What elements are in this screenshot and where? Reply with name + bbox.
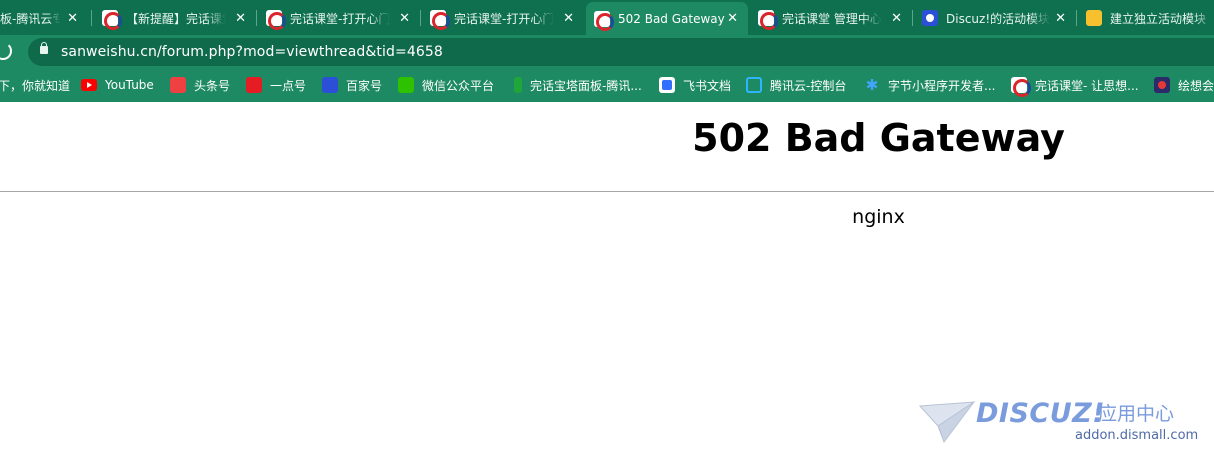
feishu-icon xyxy=(659,77,675,93)
bookmark-yidian[interactable]: 一点号 xyxy=(246,76,306,94)
tab-separator xyxy=(91,10,92,26)
watermark-subtitle: 应用中心 xyxy=(1098,403,1175,425)
bookmark-baijiahao[interactable]: 百家号 xyxy=(322,76,382,94)
note-icon xyxy=(1086,10,1102,26)
watermark-brand: DISCUZ! xyxy=(976,398,1106,429)
bookmark-wanhua[interactable]: 完话课堂- 让思想... xyxy=(1011,76,1139,97)
tab-4-active[interactable]: 502 Bad Gateway ✕ xyxy=(586,2,748,35)
bookmark-label: 字节小程序开发者... xyxy=(888,78,996,93)
bookmark-feishu[interactable]: 飞书文档 xyxy=(659,76,731,94)
close-icon[interactable]: ✕ xyxy=(67,11,78,26)
toutiao-icon xyxy=(170,77,186,93)
tab-title: 完话课堂-打开心门 xyxy=(454,11,554,26)
tab-title: 完话课堂-打开心门 xyxy=(290,11,390,26)
bytedance-icon: ✱ xyxy=(865,76,879,94)
close-icon[interactable]: ✕ xyxy=(235,11,246,26)
close-icon[interactable]: ✕ xyxy=(399,11,410,26)
bookmark-bt-panel[interactable]: 完话宝塔面板-腾讯... xyxy=(514,76,642,94)
wanhua-logo-icon xyxy=(266,10,286,30)
tab-3[interactable]: 完话课堂-打开心门 ✕ xyxy=(422,3,584,33)
reload-icon[interactable] xyxy=(0,42,12,60)
tab-separator xyxy=(420,10,421,26)
tab-7[interactable]: 建立独立活动模块 xyxy=(1078,3,1214,33)
server-name: nginx xyxy=(852,206,905,228)
baidu-paw-icon xyxy=(922,10,938,26)
wechat-icon xyxy=(398,77,414,93)
lock-icon[interactable] xyxy=(40,42,48,54)
tab-6[interactable]: Discuz!的活动模块 ✕ xyxy=(914,3,1076,33)
wanhua-logo-icon xyxy=(1011,77,1031,97)
bookmark-wechat[interactable]: 微信公众平台 xyxy=(398,76,494,94)
tab-separator xyxy=(256,10,257,26)
discuz-watermark: DISCUZ! 应用中心 addon.dismall.com xyxy=(918,398,1208,448)
url-text[interactable]: sanweishu.cn/forum.php?mod=viewthread&ti… xyxy=(61,44,443,60)
bookmark-toutiao[interactable]: 头条号 xyxy=(170,76,230,94)
baidu-paw-icon xyxy=(322,77,338,93)
bookmark-item[interactable]: 下，你就知道 xyxy=(0,76,70,94)
tab-title: 建立独立活动模块 xyxy=(1110,11,1207,26)
wanhua-logo-icon xyxy=(594,10,614,31)
close-icon[interactable]: ✕ xyxy=(1055,11,1066,26)
yidian-icon xyxy=(246,77,262,93)
bookmark-label: 飞书文档 xyxy=(683,78,732,93)
bookmark-label: 一点号 xyxy=(270,78,307,93)
bt-panel-icon xyxy=(514,77,522,93)
bookmark-label: 完话宝塔面板-腾讯... xyxy=(530,78,642,93)
horizontal-rule xyxy=(0,191,1214,192)
tab-strip: 板-腾讯云专 ✕ 【新提醒】完话课堂 ✕ 完话课堂-打开心门 ✕ 完话课堂-打开… xyxy=(0,0,1214,35)
tab-title: 板-腾讯云专 xyxy=(0,11,60,26)
address-bar[interactable]: sanweishu.cn/forum.php?mod=viewthread&ti… xyxy=(28,38,1214,66)
tencent-cloud-icon xyxy=(746,77,762,93)
bookmarks-bar: 下，你就知道 YouTube 头条号 一点号 百家号 微信公众平台 完话宝塔面板… xyxy=(0,68,1214,102)
paper-plane-icon xyxy=(918,401,976,444)
youtube-icon xyxy=(81,79,97,91)
huixiang-icon xyxy=(1154,77,1170,93)
tab-1[interactable]: 【新提醒】完话课堂 ✕ xyxy=(94,3,256,33)
bookmark-label: 下，你就知道 xyxy=(0,78,71,93)
bookmark-label: 腾讯云-控制台 xyxy=(770,78,847,93)
bookmark-label: YouTube xyxy=(105,78,154,92)
tab-2[interactable]: 完话课堂-打开心门 ✕ xyxy=(258,3,420,33)
wanhua-logo-icon xyxy=(758,10,778,30)
wanhua-logo-icon xyxy=(430,10,450,30)
tab-separator xyxy=(1076,10,1077,26)
bookmark-label: 百家号 xyxy=(346,78,383,93)
tab-title: 502 Bad Gateway xyxy=(618,11,725,26)
bookmark-label: 完话课堂- 让思想... xyxy=(1035,78,1139,93)
tab-title: 【新提醒】完话课堂 xyxy=(126,11,226,26)
tab-title: 完话课堂 管理中心 xyxy=(782,11,882,26)
bookmark-label: 绘想会 xyxy=(1178,78,1214,93)
tab-5[interactable]: 完话课堂 管理中心 ✕ xyxy=(750,3,912,33)
bookmark-bytedance[interactable]: ✱ 字节小程序开发者... xyxy=(864,76,996,94)
bookmark-huixiang[interactable]: 绘想会 xyxy=(1154,76,1214,94)
wanhua-logo-icon xyxy=(102,10,122,30)
close-icon[interactable]: ✕ xyxy=(727,11,738,26)
tab-0[interactable]: 板-腾讯云专 ✕ xyxy=(0,3,88,33)
browser-toolbar: sanweishu.cn/forum.php?mod=viewthread&ti… xyxy=(0,35,1214,68)
tab-separator xyxy=(912,10,913,26)
close-icon[interactable]: ✕ xyxy=(563,11,574,26)
watermark-domain: addon.dismall.com xyxy=(1075,428,1199,443)
bookmark-youtube[interactable]: YouTube xyxy=(81,76,154,94)
bookmark-label: 头条号 xyxy=(194,78,231,93)
bookmark-tencent-cloud[interactable]: 腾讯云-控制台 xyxy=(746,76,846,94)
tab-title: Discuz!的活动模块 xyxy=(946,11,1050,26)
page-title: 502 Bad Gateway xyxy=(692,116,1065,160)
close-icon[interactable]: ✕ xyxy=(891,11,902,26)
bookmark-label: 微信公众平台 xyxy=(422,78,495,93)
